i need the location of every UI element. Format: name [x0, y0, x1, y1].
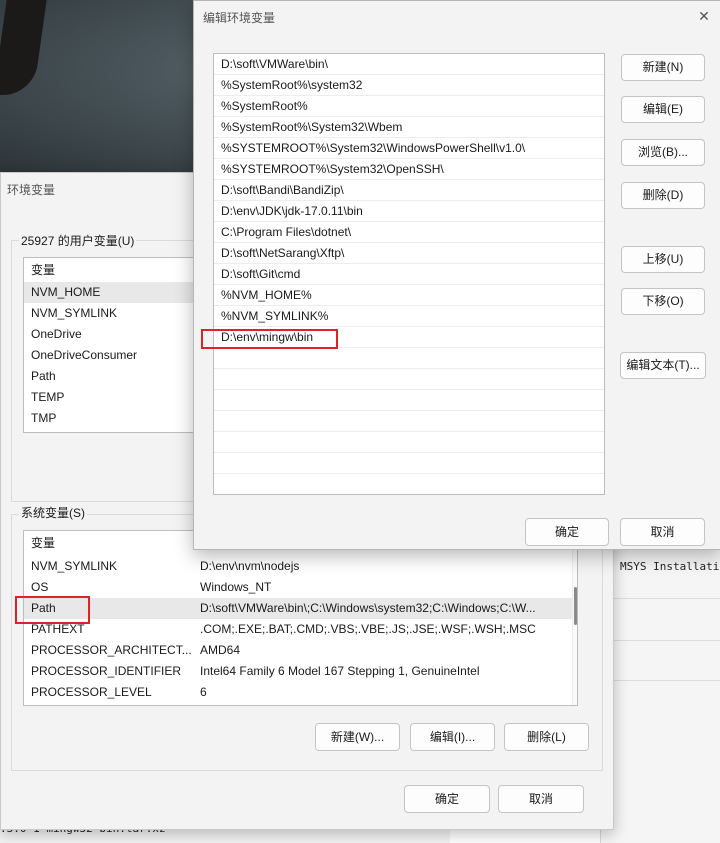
system-var-row[interactable]: NVM_SYMLINK D:\env\nvm\nodejs	[24, 556, 577, 577]
path-entry[interactable]: D:\env\JDK\jdk-17.0.11\bin	[214, 201, 604, 222]
terminal-window	[600, 550, 720, 843]
var-value: AMD64	[200, 643, 241, 657]
var-value: D:\soft\VMWare\bin\;C:\Windows\system32;…	[200, 601, 536, 615]
path-entry[interactable]: %NVM_SYMLINK%	[214, 306, 604, 327]
path-entry[interactable]: %SYSTEMROOT%\System32\OpenSSH\	[214, 159, 604, 180]
system-vars-scrollbar[interactable]	[572, 531, 577, 705]
empty-row[interactable]	[214, 369, 604, 390]
path-entry[interactable]: D:\soft\Git\cmd	[214, 264, 604, 285]
var-value: 6	[200, 685, 207, 699]
close-icon[interactable]: ✕	[694, 6, 714, 26]
dialog-title: 编辑环境变量	[203, 11, 276, 25]
var-value: Intel64 Family 6 Model 167 Stepping 1, G…	[200, 664, 480, 678]
path-entry[interactable]: D:\soft\NetSarang\Xftp\	[214, 243, 604, 264]
user-var-row[interactable]: OneDrive	[24, 324, 196, 345]
system-delete-button[interactable]: 删除(L)	[504, 723, 589, 751]
system-var-row[interactable]: PROCESSOR_ARCHITECT... AMD64	[24, 640, 577, 661]
user-var-row[interactable]: OneDriveConsumer	[24, 345, 196, 366]
wallpaper-figure	[0, 0, 47, 95]
var-name: NVM_SYMLINK	[31, 559, 118, 573]
path-entry[interactable]: D:\soft\VMWare\bin\	[214, 54, 604, 75]
dialog-cancel-button[interactable]: 取消	[620, 518, 705, 546]
scrollbar-thumb[interactable]	[574, 587, 577, 625]
user-vars-label: 25927 的用户变量(U)	[19, 232, 137, 249]
terminal-divider	[612, 640, 720, 641]
path-entry[interactable]: %SystemRoot%\System32\Wbem	[214, 117, 604, 138]
system-var-row[interactable]: PROCESSOR_LEVEL 6	[24, 682, 577, 703]
user-vars-list[interactable]: 变量 NVM_HOME NVM_SYMLINK OneDrive OneDriv…	[23, 257, 196, 433]
terminal-divider	[612, 598, 720, 599]
path-new-button[interactable]: 新建(N)	[621, 54, 705, 81]
system-edit-button[interactable]: 编辑(I)...	[410, 723, 495, 751]
user-var-row[interactable]: TMP	[24, 408, 196, 429]
system-var-row-path[interactable]: Path D:\soft\VMWare\bin\;C:\Windows\syst…	[24, 598, 577, 619]
empty-row[interactable]	[214, 453, 604, 474]
path-delete-button[interactable]: 删除(D)	[621, 182, 705, 209]
system-vars-header-label: 变量	[31, 536, 56, 550]
user-vars-header[interactable]: 变量	[24, 260, 196, 281]
path-entry[interactable]: C:\Program Files\dotnet\	[214, 222, 604, 243]
user-var-row[interactable]: TEMP	[24, 387, 196, 408]
terminal-divider	[612, 680, 720, 681]
system-new-button[interactable]: 新建(W)...	[315, 723, 400, 751]
var-value: Windows_NT	[200, 580, 272, 594]
path-entry[interactable]: %SystemRoot%	[214, 96, 604, 117]
edit-environment-variable-dialog: 编辑环境变量 ✕ D:\soft\VMWare\bin\ %SystemRoot…	[193, 0, 720, 550]
system-vars-list[interactable]: 变量 NVM_SYMLINK D:\env\nvm\nodejs OS Wind…	[23, 530, 578, 706]
var-name: PROCESSOR_LEVEL	[31, 685, 152, 699]
env-ok-button[interactable]: 确定	[404, 785, 490, 813]
path-entry[interactable]: D:\soft\Bandi\BandiZip\	[214, 180, 604, 201]
env-cancel-button[interactable]: 取消	[498, 785, 584, 813]
move-up-button[interactable]: 上移(U)	[621, 246, 705, 273]
empty-row[interactable]	[214, 411, 604, 432]
dialog-ok-button[interactable]: 确定	[525, 518, 609, 546]
path-highlight-box	[15, 596, 90, 624]
mingw-highlight-box	[201, 329, 338, 349]
var-name: PATHEXT	[31, 622, 85, 636]
var-value: D:\env\nvm\nodejs	[200, 559, 300, 573]
path-entry[interactable]: %SystemRoot%\system32	[214, 75, 604, 96]
path-entries-list[interactable]: D:\soft\VMWare\bin\ %SystemRoot%\system3…	[213, 53, 605, 495]
window-title: 环境变量	[7, 183, 56, 197]
user-var-row[interactable]: NVM_HOME	[24, 282, 196, 303]
var-name: PROCESSOR_ARCHITECT...	[31, 643, 192, 657]
system-vars-label: 系统变量(S)	[19, 504, 87, 521]
system-var-row[interactable]: PATHEXT .COM;.EXE;.BAT;.CMD;.VBS;.VBE;.J…	[24, 619, 577, 640]
empty-row[interactable]	[214, 390, 604, 411]
empty-row[interactable]	[214, 432, 604, 453]
edit-text-button[interactable]: 编辑文本(T)...	[620, 352, 706, 379]
var-name: OS	[31, 580, 49, 594]
var-name: PROCESSOR_IDENTIFIER	[31, 664, 182, 678]
user-var-row[interactable]: NVM_SYMLINK	[24, 303, 196, 324]
system-var-row[interactable]: OS Windows_NT	[24, 577, 577, 598]
var-value: .COM;.EXE;.BAT;.CMD;.VBS;.VBE;.JS;.JSE;.…	[200, 622, 536, 636]
empty-row[interactable]	[214, 348, 604, 369]
path-browse-button[interactable]: 浏览(B)...	[621, 139, 705, 166]
terminal-text: MSYS Installation	[620, 560, 720, 573]
move-down-button[interactable]: 下移(O)	[621, 288, 705, 315]
path-edit-button[interactable]: 编辑(E)	[621, 96, 705, 123]
user-var-row[interactable]: Path	[24, 366, 196, 387]
path-entry[interactable]: %SYSTEMROOT%\System32\WindowsPowerShell\…	[214, 138, 604, 159]
system-var-row[interactable]: PROCESSOR_IDENTIFIER Intel64 Family 6 Mo…	[24, 661, 577, 682]
path-entry[interactable]: %NVM_HOME%	[214, 285, 604, 306]
